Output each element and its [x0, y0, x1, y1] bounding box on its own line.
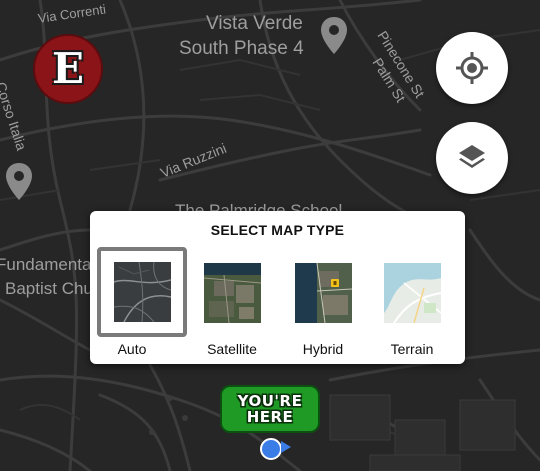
my-location-button[interactable] — [436, 32, 508, 104]
map-type-label: Terrain — [390, 341, 434, 357]
map-type-label: Satellite — [207, 341, 257, 357]
poi-pin-icon[interactable] — [5, 162, 33, 202]
map-type-satellite[interactable]: Satellite — [190, 255, 274, 365]
map-layers-button[interactable] — [436, 122, 508, 194]
poi-pin-icon[interactable] — [320, 16, 348, 56]
crosshair-icon — [456, 52, 488, 84]
selected-frame — [97, 247, 187, 337]
map-type-hybrid[interactable]: Hybrid — [281, 255, 365, 365]
map-type-label: Hybrid — [302, 341, 344, 357]
e-logo: E — [33, 34, 103, 104]
youre-here-line1: YOU'RE — [237, 392, 303, 410]
map-type-auto[interactable]: Auto — [90, 247, 187, 365]
panel-title: SELECT MAP TYPE — [210, 222, 345, 238]
hybrid-map-thumbnail — [294, 263, 352, 323]
auto-map-thumbnail — [113, 262, 171, 322]
terrain-map-thumbnail — [383, 263, 441, 323]
satellite-map-thumbnail — [203, 263, 261, 323]
map-type-label: Auto — [117, 341, 147, 357]
place-label-church-line1: Fundamental — [0, 255, 96, 274]
map-type-panel: SELECT MAP TYPE Auto Satellite Hybrid Te… — [90, 211, 465, 364]
place-label-vista-verde-line2: South Phase 4 — [179, 38, 304, 59]
layers-icon — [459, 145, 485, 168]
current-location-dot — [260, 438, 282, 460]
map-type-terrain[interactable]: Terrain — [370, 255, 454, 365]
youre-here-badge: YOU'RE HERE — [220, 385, 320, 433]
heading-arrow-icon — [281, 441, 291, 453]
place-label-vista-verde-line1: Vista Verde — [206, 13, 303, 34]
youre-here-line2: HERE — [246, 408, 294, 426]
logo-letter: E — [51, 44, 84, 93]
